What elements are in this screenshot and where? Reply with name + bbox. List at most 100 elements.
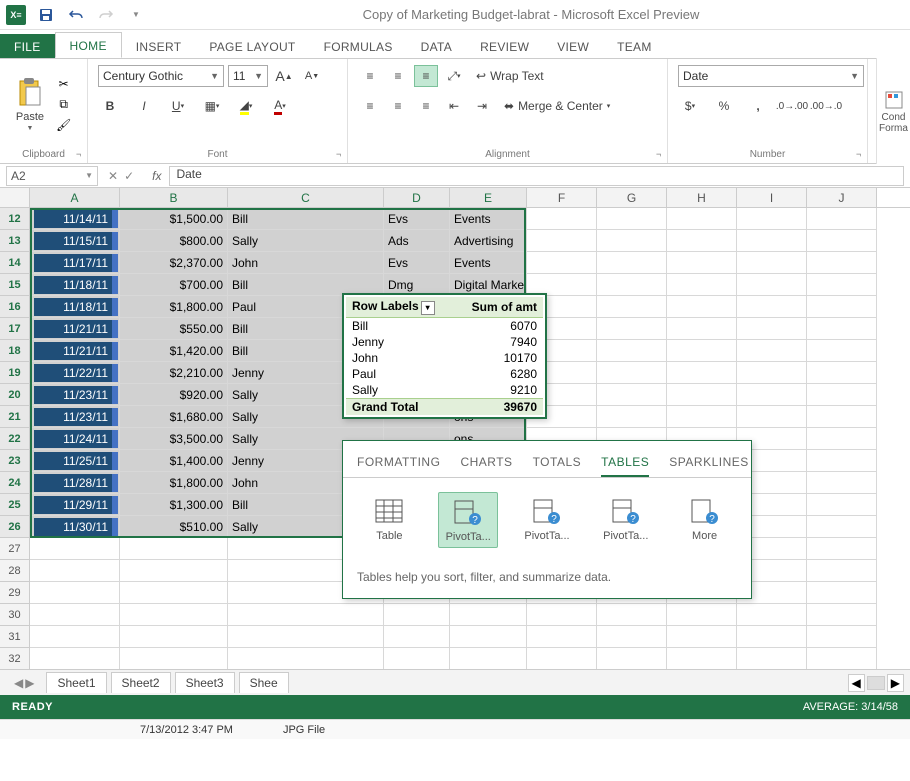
cell[interactable]: $1,800.00 — [120, 472, 228, 494]
cell[interactable]: $550.00 — [120, 318, 228, 340]
qa-option-pivottable-1[interactable]: ?PivotTa... — [438, 492, 498, 548]
increase-font-icon[interactable]: A▲ — [272, 65, 296, 87]
cancel-formula-icon[interactable]: ✕ — [108, 169, 118, 183]
sheet-nav-prev-icon[interactable]: ◀ — [14, 676, 23, 690]
font-name-combo[interactable]: Century Gothic▼ — [98, 65, 224, 87]
tab-data[interactable]: DATA — [407, 34, 466, 58]
sheet-tab[interactable]: Shee — [239, 672, 289, 693]
cell[interactable]: 11/21/11 — [30, 340, 120, 362]
align-bottom-icon[interactable]: ≡ — [414, 65, 438, 87]
cell[interactable] — [597, 296, 667, 318]
decrease-font-icon[interactable]: A▼ — [300, 65, 324, 87]
row-header[interactable]: 20 — [0, 384, 30, 406]
cell[interactable] — [667, 340, 737, 362]
select-all-corner[interactable] — [0, 188, 30, 207]
cell[interactable] — [807, 494, 877, 516]
cell[interactable] — [737, 406, 807, 428]
cell[interactable]: Advertising — [450, 230, 527, 252]
merge-center-button[interactable]: ⬌Merge & Center ▾ — [498, 97, 616, 115]
col-header[interactable]: E — [450, 188, 527, 207]
cell[interactable]: 11/22/11 — [30, 362, 120, 384]
row-header[interactable]: 32 — [0, 648, 30, 669]
cell[interactable]: 11/29/11 — [30, 494, 120, 516]
row-header[interactable]: 15 — [0, 274, 30, 296]
underline-button[interactable]: U ▾ — [166, 95, 190, 117]
cell[interactable] — [807, 362, 877, 384]
row-header[interactable]: 29 — [0, 582, 30, 604]
col-header[interactable]: H — [667, 188, 737, 207]
cell[interactable]: 11/18/11 — [30, 274, 120, 296]
cell[interactable] — [597, 406, 667, 428]
bold-button[interactable]: B — [98, 95, 122, 117]
col-header[interactable]: C — [228, 188, 384, 207]
cell[interactable] — [807, 450, 877, 472]
sheet-tab[interactable]: Sheet1 — [46, 672, 106, 693]
qa-tab-charts[interactable]: CHARTS — [460, 455, 512, 477]
col-header[interactable]: B — [120, 188, 228, 207]
paste-button[interactable]: Paste ▼ — [10, 77, 50, 132]
row-header[interactable]: 13 — [0, 230, 30, 252]
font-color-button[interactable]: A ▾ — [268, 95, 292, 117]
cell[interactable]: 11/28/11 — [30, 472, 120, 494]
cell[interactable] — [667, 230, 737, 252]
cell[interactable]: $1,680.00 — [120, 406, 228, 428]
cell[interactable] — [807, 406, 877, 428]
cell[interactable] — [667, 208, 737, 230]
sheet-tab[interactable]: Sheet3 — [175, 672, 235, 693]
cell[interactable]: 11/17/11 — [30, 252, 120, 274]
redo-icon[interactable] — [94, 3, 118, 27]
row-header[interactable]: 16 — [0, 296, 30, 318]
cell[interactable] — [667, 274, 737, 296]
hscroll-right-icon[interactable]: ▶ — [887, 674, 904, 692]
cell[interactable] — [597, 318, 667, 340]
hscroll-left-icon[interactable]: ◀ — [848, 674, 865, 692]
cell[interactable] — [527, 208, 597, 230]
cell[interactable] — [737, 384, 807, 406]
tab-file[interactable]: FILE — [0, 34, 55, 58]
qa-option-table[interactable]: Table — [359, 492, 419, 548]
cell[interactable] — [737, 208, 807, 230]
currency-icon[interactable]: $ ▾ — [678, 95, 702, 117]
row-header[interactable]: 21 — [0, 406, 30, 428]
cell[interactable] — [597, 340, 667, 362]
tab-formulas[interactable]: FORMULAS — [310, 34, 407, 58]
qa-option-pivottable-3[interactable]: ?PivotTa... — [596, 492, 656, 548]
qa-tab-formatting[interactable]: FORMATTING — [357, 455, 440, 477]
qa-tab-sparklines[interactable]: SPARKLINES — [669, 455, 748, 477]
row-header[interactable]: 25 — [0, 494, 30, 516]
cell[interactable]: $920.00 — [120, 384, 228, 406]
enter-formula-icon[interactable]: ✓ — [124, 169, 134, 183]
cell[interactable] — [597, 384, 667, 406]
cell[interactable]: Ads — [384, 230, 450, 252]
cell[interactable]: $1,800.00 — [120, 296, 228, 318]
cell[interactable]: $2,370.00 — [120, 252, 228, 274]
cell[interactable] — [667, 252, 737, 274]
fx-icon[interactable]: fx — [144, 169, 169, 183]
decrease-decimal-icon[interactable]: .00→.0 — [814, 95, 838, 117]
cell[interactable]: $1,500.00 — [120, 208, 228, 230]
italic-button[interactable]: I — [132, 95, 156, 117]
tab-view[interactable]: VIEW — [543, 34, 603, 58]
align-right-icon[interactable]: ≡ — [414, 95, 438, 117]
cell[interactable] — [597, 230, 667, 252]
row-header[interactable]: 23 — [0, 450, 30, 472]
cell[interactable] — [807, 252, 877, 274]
cell[interactable] — [807, 516, 877, 538]
cell[interactable] — [737, 230, 807, 252]
cell[interactable] — [597, 252, 667, 274]
cell[interactable] — [597, 274, 667, 296]
cell[interactable] — [807, 296, 877, 318]
cell[interactable]: $510.00 — [120, 516, 228, 538]
cell[interactable] — [527, 252, 597, 274]
cut-icon[interactable]: ✂ — [59, 77, 69, 91]
number-format-combo[interactable]: Date▼ — [678, 65, 864, 87]
row-header[interactable]: 28 — [0, 560, 30, 582]
cell[interactable]: 11/24/11 — [30, 428, 120, 450]
qa-tab-totals[interactable]: TOTALS — [533, 455, 582, 477]
comma-icon[interactable]: , — [746, 95, 770, 117]
qa-option-more[interactable]: ?More — [675, 492, 735, 548]
tab-page-layout[interactable]: PAGE LAYOUT — [195, 34, 309, 58]
cell[interactable]: $1,400.00 — [120, 450, 228, 472]
cell[interactable] — [737, 296, 807, 318]
formula-input[interactable]: Date — [169, 166, 904, 186]
